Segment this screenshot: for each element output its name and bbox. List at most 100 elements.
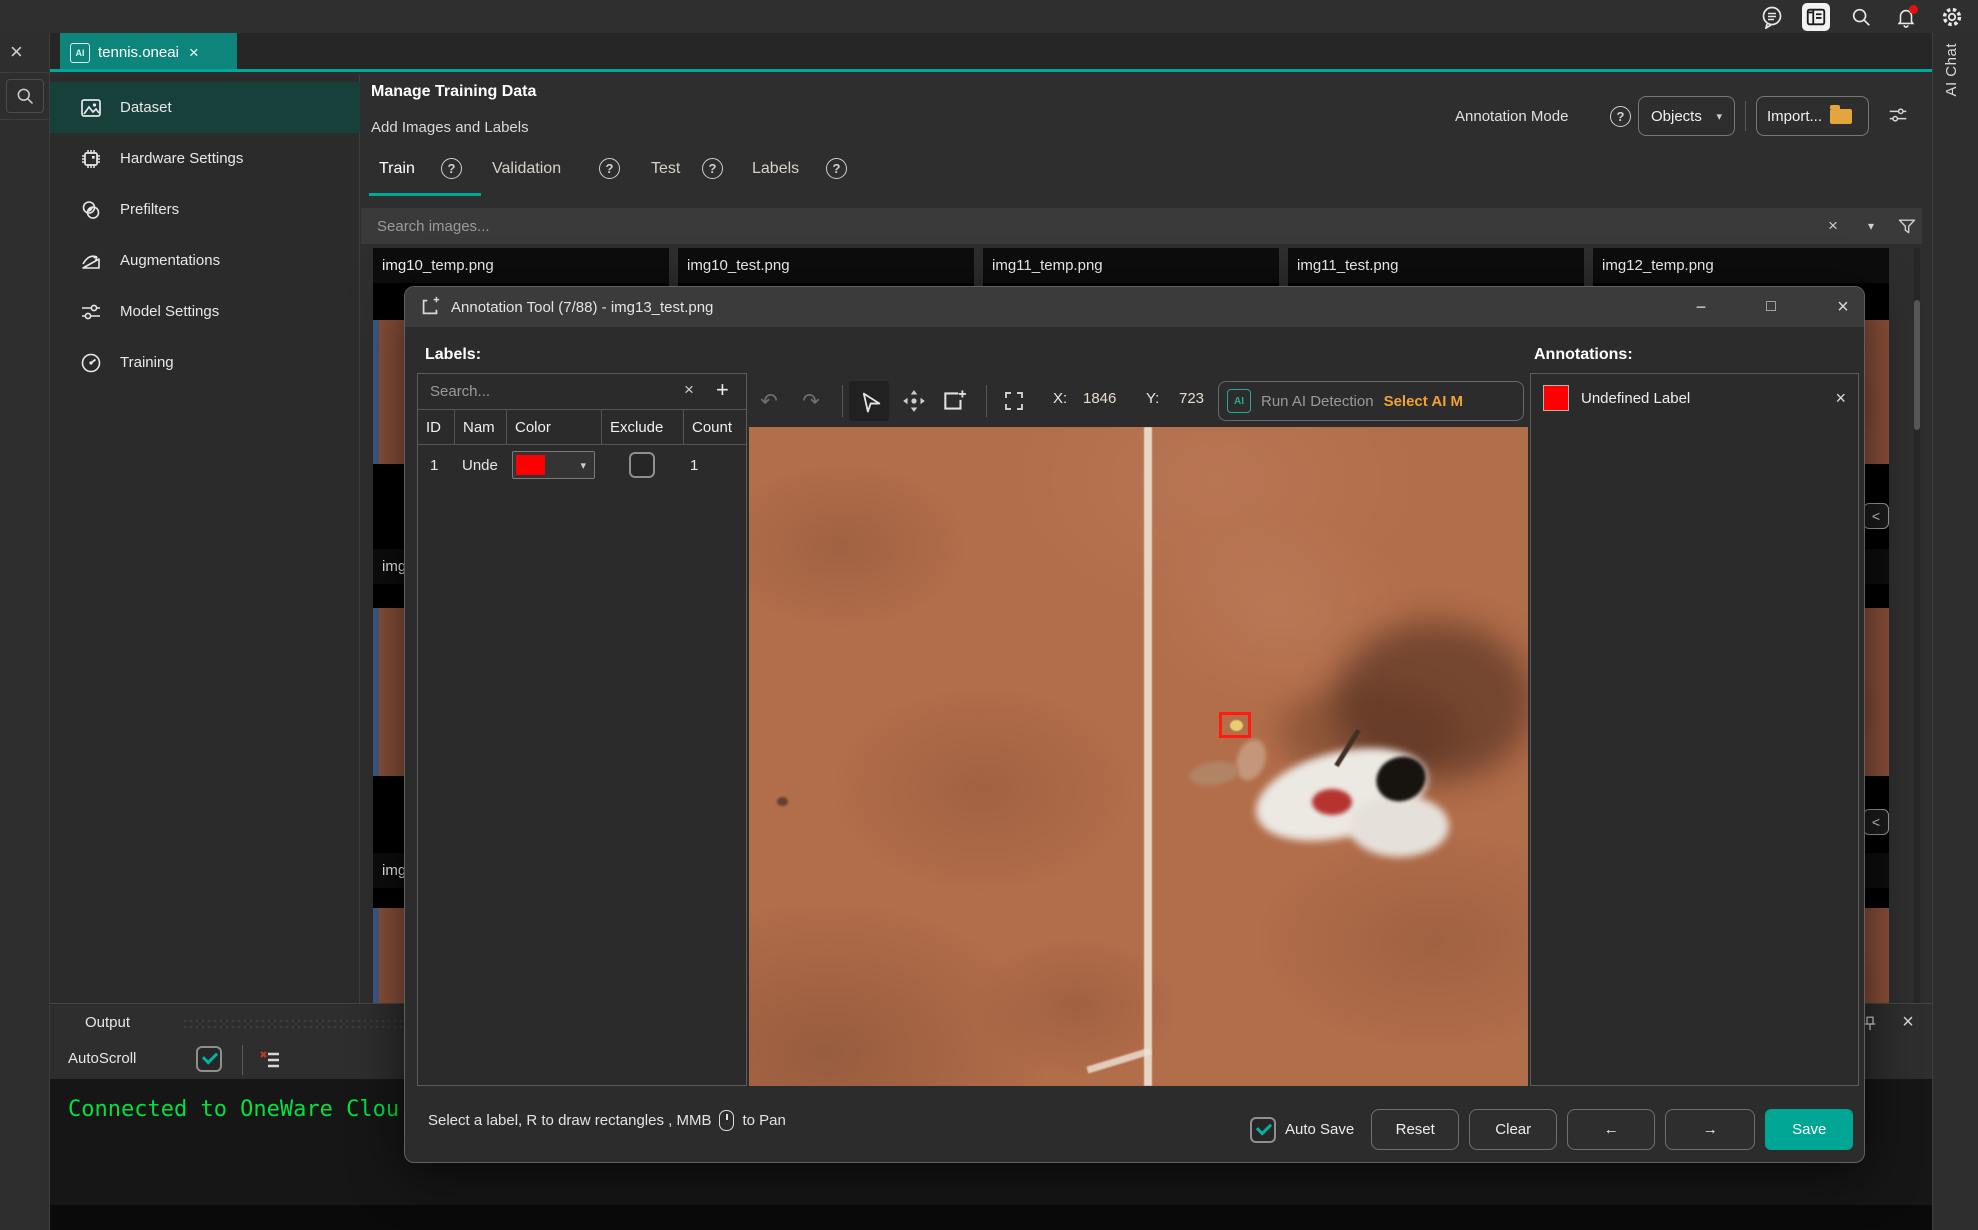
- autoscroll-checkbox[interactable]: [196, 1046, 222, 1072]
- new-annotation-icon: [419, 296, 441, 318]
- label-color-dropdown[interactable]: ▾: [512, 451, 595, 479]
- image-filename: img11_temp.png: [983, 248, 1279, 283]
- column-id: ID: [418, 410, 455, 444]
- annotation-toolbar: ↶ ↷ X: 1846 Y: 723 AI Run AI Detection: [749, 379, 1528, 423]
- import-label: Import...: [1767, 108, 1822, 125]
- dialog-title-bar[interactable]: Annotation Tool (7/88) - img13_test.png …: [405, 287, 1865, 327]
- sidebar-item-model-settings[interactable]: Model Settings: [50, 286, 360, 337]
- pan-tool-icon[interactable]: [899, 386, 929, 416]
- chevron-down-icon[interactable]: ▾: [1859, 214, 1883, 238]
- chat-icon[interactable]: [1758, 3, 1786, 31]
- clear-console-icon[interactable]: [256, 1046, 284, 1074]
- tennis-ball: [1230, 720, 1243, 731]
- image-filename: img10_temp.png: [373, 248, 669, 283]
- exclude-checkbox[interactable]: [629, 452, 655, 478]
- tab-tennis-oneai[interactable]: AI tennis.oneai ×: [60, 33, 237, 72]
- rail-search-icon[interactable]: [6, 79, 44, 113]
- help-icon[interactable]: ?: [702, 158, 723, 179]
- help-icon[interactable]: ?: [441, 158, 462, 179]
- label-id: 1: [430, 457, 438, 474]
- footer-controls: Auto Save Reset Clear ← → Save: [1250, 1109, 1856, 1150]
- ai-chat-strip[interactable]: AI Chat: [1932, 33, 1978, 1230]
- help-icon[interactable]: ?: [1610, 106, 1631, 127]
- annotation-bounding-box[interactable]: [1219, 712, 1251, 738]
- sidebar-item-dataset[interactable]: Dataset: [50, 82, 360, 133]
- hint-text: Select a label, R to draw rectangles , M…: [428, 1110, 786, 1131]
- divider: [242, 1045, 243, 1075]
- dialog-footer: Select a label, R to draw rectangles , M…: [405, 1086, 1865, 1163]
- annotation-list-item[interactable]: Undefined Label ×: [1531, 374, 1858, 422]
- sidebar-item-label: Prefilters: [120, 201, 179, 218]
- page-title: Manage Training Data: [371, 83, 536, 101]
- cursor-x-label: X:: [1053, 390, 1067, 407]
- settings-gear-icon[interactable]: [1938, 3, 1966, 31]
- tab-validation[interactable]: Validation: [492, 160, 561, 178]
- close-panel-icon[interactable]: ×: [1894, 1008, 1922, 1036]
- view-settings-icon[interactable]: [1887, 104, 1909, 126]
- close-dialog-icon[interactable]: ×: [1829, 293, 1857, 321]
- sidebar-item-label: Augmentations: [120, 252, 220, 269]
- tab-close-icon[interactable]: ×: [189, 43, 199, 63]
- previous-image-button[interactable]: ←: [1567, 1109, 1655, 1150]
- sidebar-item-prefilters[interactable]: Prefilters: [50, 184, 360, 235]
- clear-label-search-icon[interactable]: ×: [684, 380, 694, 400]
- delete-annotation-icon[interactable]: ×: [1835, 388, 1846, 409]
- draw-rectangle-icon[interactable]: [939, 386, 969, 416]
- output-title: Output: [85, 1014, 130, 1031]
- clear-button[interactable]: Clear: [1469, 1109, 1557, 1150]
- sidebar-item-augmentations[interactable]: Augmentations: [50, 235, 360, 286]
- accent-underline: [50, 69, 1932, 72]
- save-button[interactable]: Save: [1765, 1109, 1853, 1150]
- annotation-canvas[interactable]: [749, 427, 1528, 1086]
- next-image-button[interactable]: →: [1665, 1109, 1755, 1150]
- select-ai-model-link[interactable]: Select AI M: [1384, 393, 1463, 410]
- court-line-vertical: [1144, 427, 1152, 1086]
- filter-funnel-icon[interactable]: [1895, 214, 1919, 238]
- label-search-input[interactable]: [428, 374, 668, 408]
- add-label-icon[interactable]: +: [716, 377, 729, 403]
- reset-button[interactable]: Reset: [1371, 1109, 1459, 1150]
- tab-labels[interactable]: Labels: [752, 160, 799, 178]
- tab-test[interactable]: Test: [651, 160, 680, 178]
- sidebar-item-training[interactable]: Training: [50, 337, 360, 388]
- label-row[interactable]: 1 Unde ▾ 1: [418, 445, 746, 485]
- undo-icon[interactable]: ↶: [754, 386, 784, 416]
- cursor-x-value: 1846: [1083, 390, 1116, 407]
- rail-close-icon[interactable]: ×: [10, 41, 23, 63]
- notifications-bell-icon[interactable]: [1892, 3, 1920, 31]
- clear-search-icon[interactable]: ×: [1821, 214, 1845, 238]
- minimize-icon[interactable]: −: [1687, 293, 1715, 321]
- auto-save-checkbox[interactable]: [1250, 1117, 1276, 1143]
- tab-train[interactable]: Train: [379, 160, 415, 178]
- rail-divider: [0, 119, 50, 120]
- cursor-y-value: 723: [1179, 390, 1204, 407]
- annotation-tool-dialog: Annotation Tool (7/88) - img13_test.png …: [404, 286, 1865, 1163]
- import-button[interactable]: Import...: [1756, 96, 1869, 136]
- sidebar-item-hardware-settings[interactable]: Hardware Settings: [50, 133, 360, 184]
- run-ai-detection-button[interactable]: AI Run AI Detection Select AI M: [1218, 381, 1524, 421]
- player-red-detail: [1312, 789, 1352, 815]
- redo-icon[interactable]: ↷: [796, 386, 826, 416]
- annotation-mode-dropdown[interactable]: Objects ▾: [1638, 96, 1735, 136]
- image-filename: img12_temp.png: [1593, 248, 1889, 283]
- labels-table-header: ID Nam Color Exclude Count: [418, 410, 746, 445]
- fit-view-icon[interactable]: [999, 386, 1029, 416]
- sidebar-item-label: Hardware Settings: [120, 150, 243, 167]
- select-tool-button[interactable]: [849, 381, 889, 421]
- sliders-icon: [78, 299, 104, 325]
- augment-arrow-icon: [78, 248, 104, 274]
- color-swatch: [516, 455, 545, 475]
- card-expand-button[interactable]: <: [1863, 809, 1889, 835]
- left-tool-rail: ×: [0, 33, 50, 1230]
- help-icon[interactable]: ?: [599, 158, 620, 179]
- card-expand-button[interactable]: <: [1863, 503, 1889, 529]
- help-icon[interactable]: ?: [826, 158, 847, 179]
- chevron-down-icon: ▾: [1716, 110, 1722, 123]
- image-grid-scrollbar[interactable]: [1914, 248, 1920, 1003]
- sidebar-item-label: Model Settings: [120, 303, 219, 320]
- side-panel-icon[interactable]: [1802, 3, 1830, 31]
- search-icon[interactable]: [1847, 3, 1875, 31]
- maximize-icon[interactable]: □: [1757, 293, 1785, 321]
- image-search-input[interactable]: [375, 208, 1675, 244]
- annotation-label: Undefined Label: [1581, 390, 1823, 407]
